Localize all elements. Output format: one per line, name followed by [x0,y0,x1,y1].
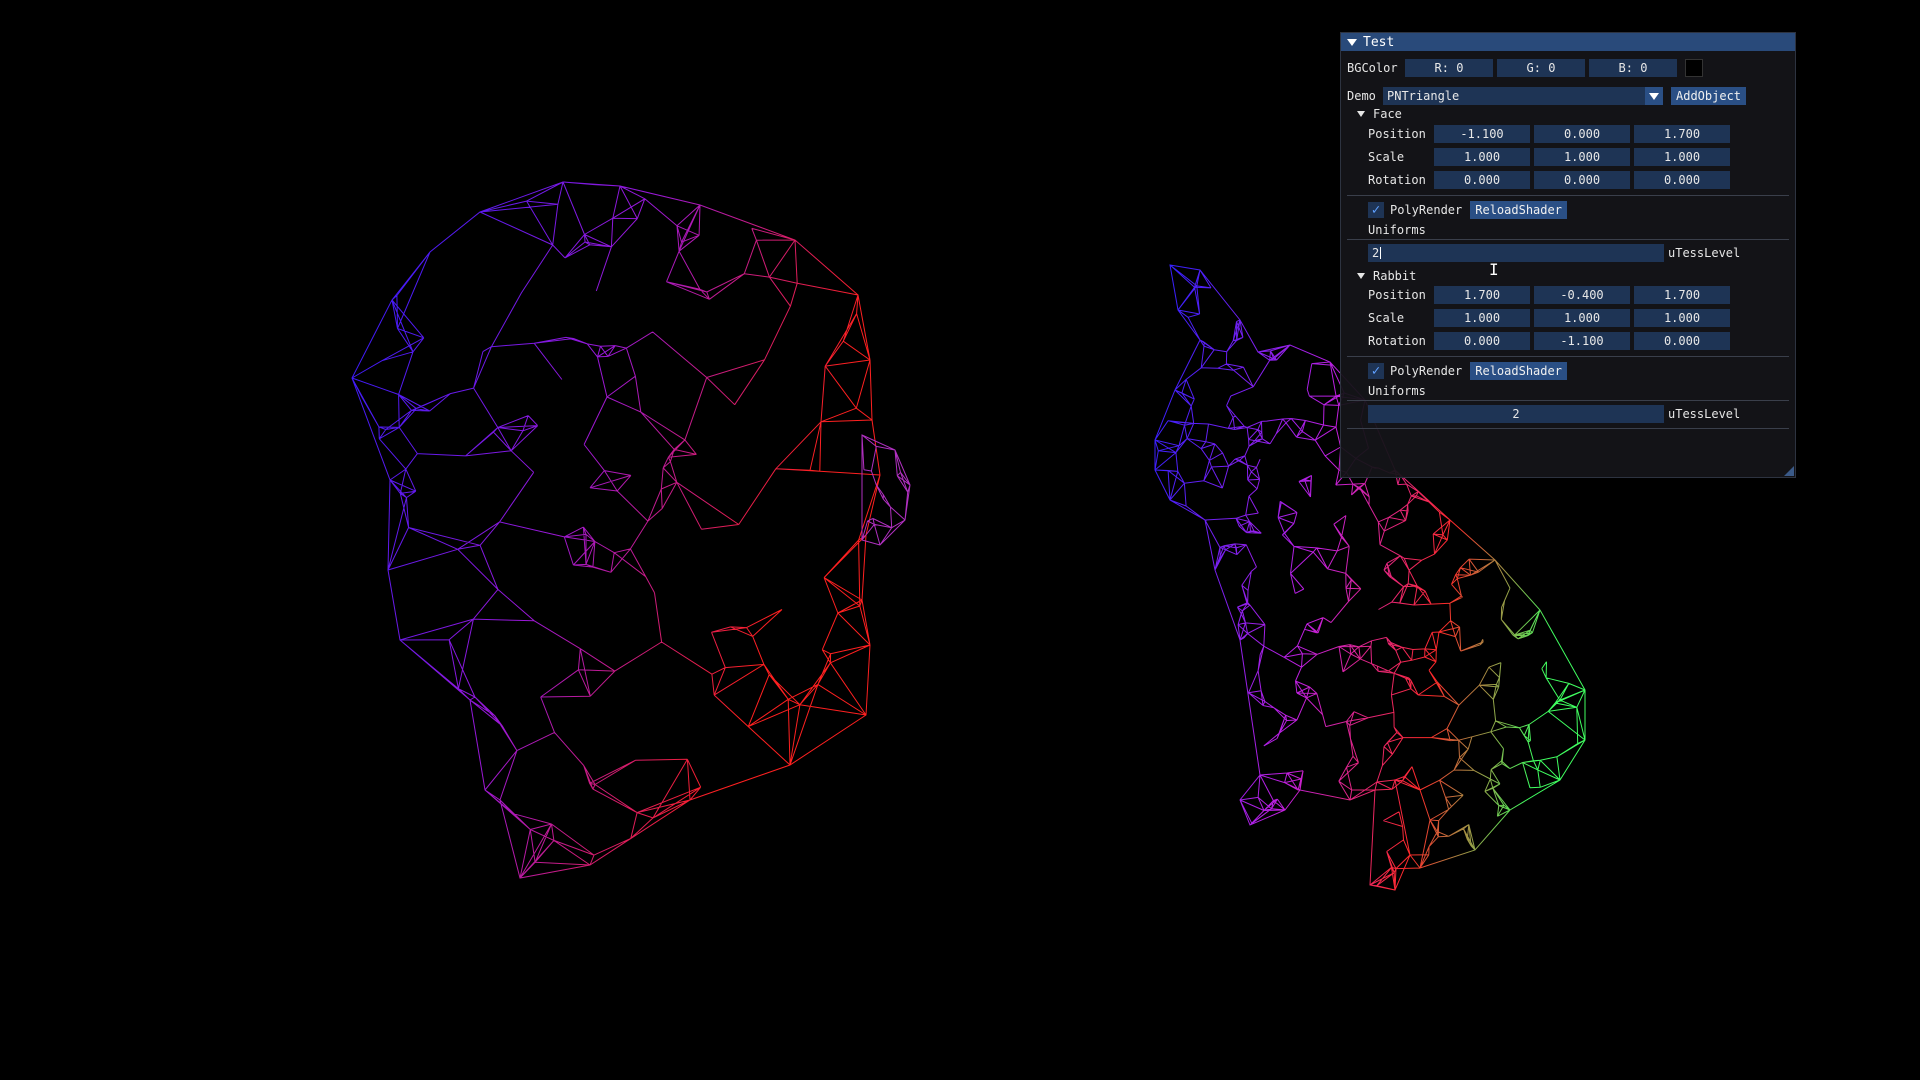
face-position-y[interactable]: 0.000 [1534,125,1630,143]
resize-grip-icon[interactable] [1784,466,1794,476]
face-position-z[interactable]: 1.700 [1634,125,1730,143]
rabbit-polyrender-checkbox[interactable]: ✓ [1368,363,1384,379]
window-titlebar[interactable]: Test [1341,33,1795,51]
rabbit-scale-label: Scale [1368,311,1405,325]
rabbit-scale-z[interactable]: 1.000 [1634,309,1730,327]
face-rotation-y[interactable]: 0.000 [1534,171,1630,189]
wireframe-edges [861,434,911,546]
rabbit-position-label: Position [1368,288,1426,302]
demo-select[interactable]: PNTriangle [1383,87,1663,105]
face-tess-level-input[interactable]: 2 [1368,244,1664,262]
bgcolor-label: BGColor [1347,61,1398,75]
rabbit-rotation-label: Rotation [1368,334,1426,348]
face-polyrender-checkbox[interactable]: ✓ [1368,202,1384,218]
collapse-arrow-icon[interactable] [1347,38,1357,46]
ibeam-cursor-icon: I [1489,260,1499,279]
rabbit-reload-shader-button[interactable]: ReloadShader [1470,362,1567,380]
demo-selected-value: PNTriangle [1387,89,1460,103]
dropdown-arrow-icon[interactable] [1645,87,1663,105]
rabbit-polyrender-label: PolyRender [1390,364,1463,378]
separator [1347,400,1789,401]
separator [1347,195,1789,196]
rabbit-scale-y[interactable]: 1.000 [1534,309,1630,327]
face-uniforms-label: Uniforms [1368,223,1426,237]
text-caret [1380,247,1382,259]
rabbit-header[interactable]: Rabbit [1357,269,1416,283]
rabbit-rotation-z[interactable]: 0.000 [1634,332,1730,350]
face-expand-arrow-icon[interactable] [1357,111,1365,117]
face-position-label: Position [1368,127,1426,141]
window-title: Test [1363,34,1395,50]
rabbit-position-z[interactable]: 1.700 [1634,286,1730,304]
add-object-button[interactable]: AddObject [1671,87,1747,105]
separator [1347,428,1789,429]
face-scale-z[interactable]: 1.000 [1634,148,1730,166]
bgcolor-swatch[interactable] [1685,59,1703,77]
face-scale-x[interactable]: 1.000 [1434,148,1530,166]
rabbit-header-label: Rabbit [1373,269,1417,283]
rabbit-rotation-y[interactable]: -1.100 [1534,332,1630,350]
rabbit-position-x[interactable]: 1.700 [1434,286,1530,304]
face-polyrender-label: PolyRender [1390,203,1463,217]
separator [1347,239,1789,240]
face-tess-level-value: 2 [1372,246,1380,260]
rabbit-expand-arrow-icon[interactable] [1357,273,1365,279]
face-tess-level-label: uTessLevel [1668,246,1741,260]
rabbit-tess-level-label: uTessLevel [1668,407,1741,421]
rabbit-position-y[interactable]: -0.400 [1534,286,1630,304]
separator [1347,356,1789,357]
rabbit-uniforms-label: Uniforms [1368,384,1426,398]
face-scale-y[interactable]: 1.000 [1534,148,1630,166]
face-wireframe-mesh [351,181,911,879]
face-rotation-label: Rotation [1368,173,1426,187]
face-rotation-z[interactable]: 0.000 [1634,171,1730,189]
test-window[interactable]: Test BGColor R: 0 G: 0 B: 0 Demo PNTrian… [1340,32,1796,478]
demo-label: Demo [1347,89,1376,103]
bgcolor-r-field[interactable]: R: 0 [1405,59,1493,77]
face-rotation-x[interactable]: 0.000 [1434,171,1530,189]
bgcolor-b-field[interactable]: B: 0 [1589,59,1677,77]
face-position-x[interactable]: -1.100 [1434,125,1530,143]
rabbit-scale-x[interactable]: 1.000 [1434,309,1530,327]
face-header-label: Face [1373,107,1402,121]
face-header[interactable]: Face [1357,107,1402,121]
rabbit-tess-level-input[interactable]: 2 [1368,405,1664,423]
rabbit-rotation-x[interactable]: 0.000 [1434,332,1530,350]
face-scale-label: Scale [1368,150,1405,164]
bgcolor-g-field[interactable]: G: 0 [1497,59,1585,77]
face-reload-shader-button[interactable]: ReloadShader [1470,201,1567,219]
wireframe-edges [351,181,881,879]
